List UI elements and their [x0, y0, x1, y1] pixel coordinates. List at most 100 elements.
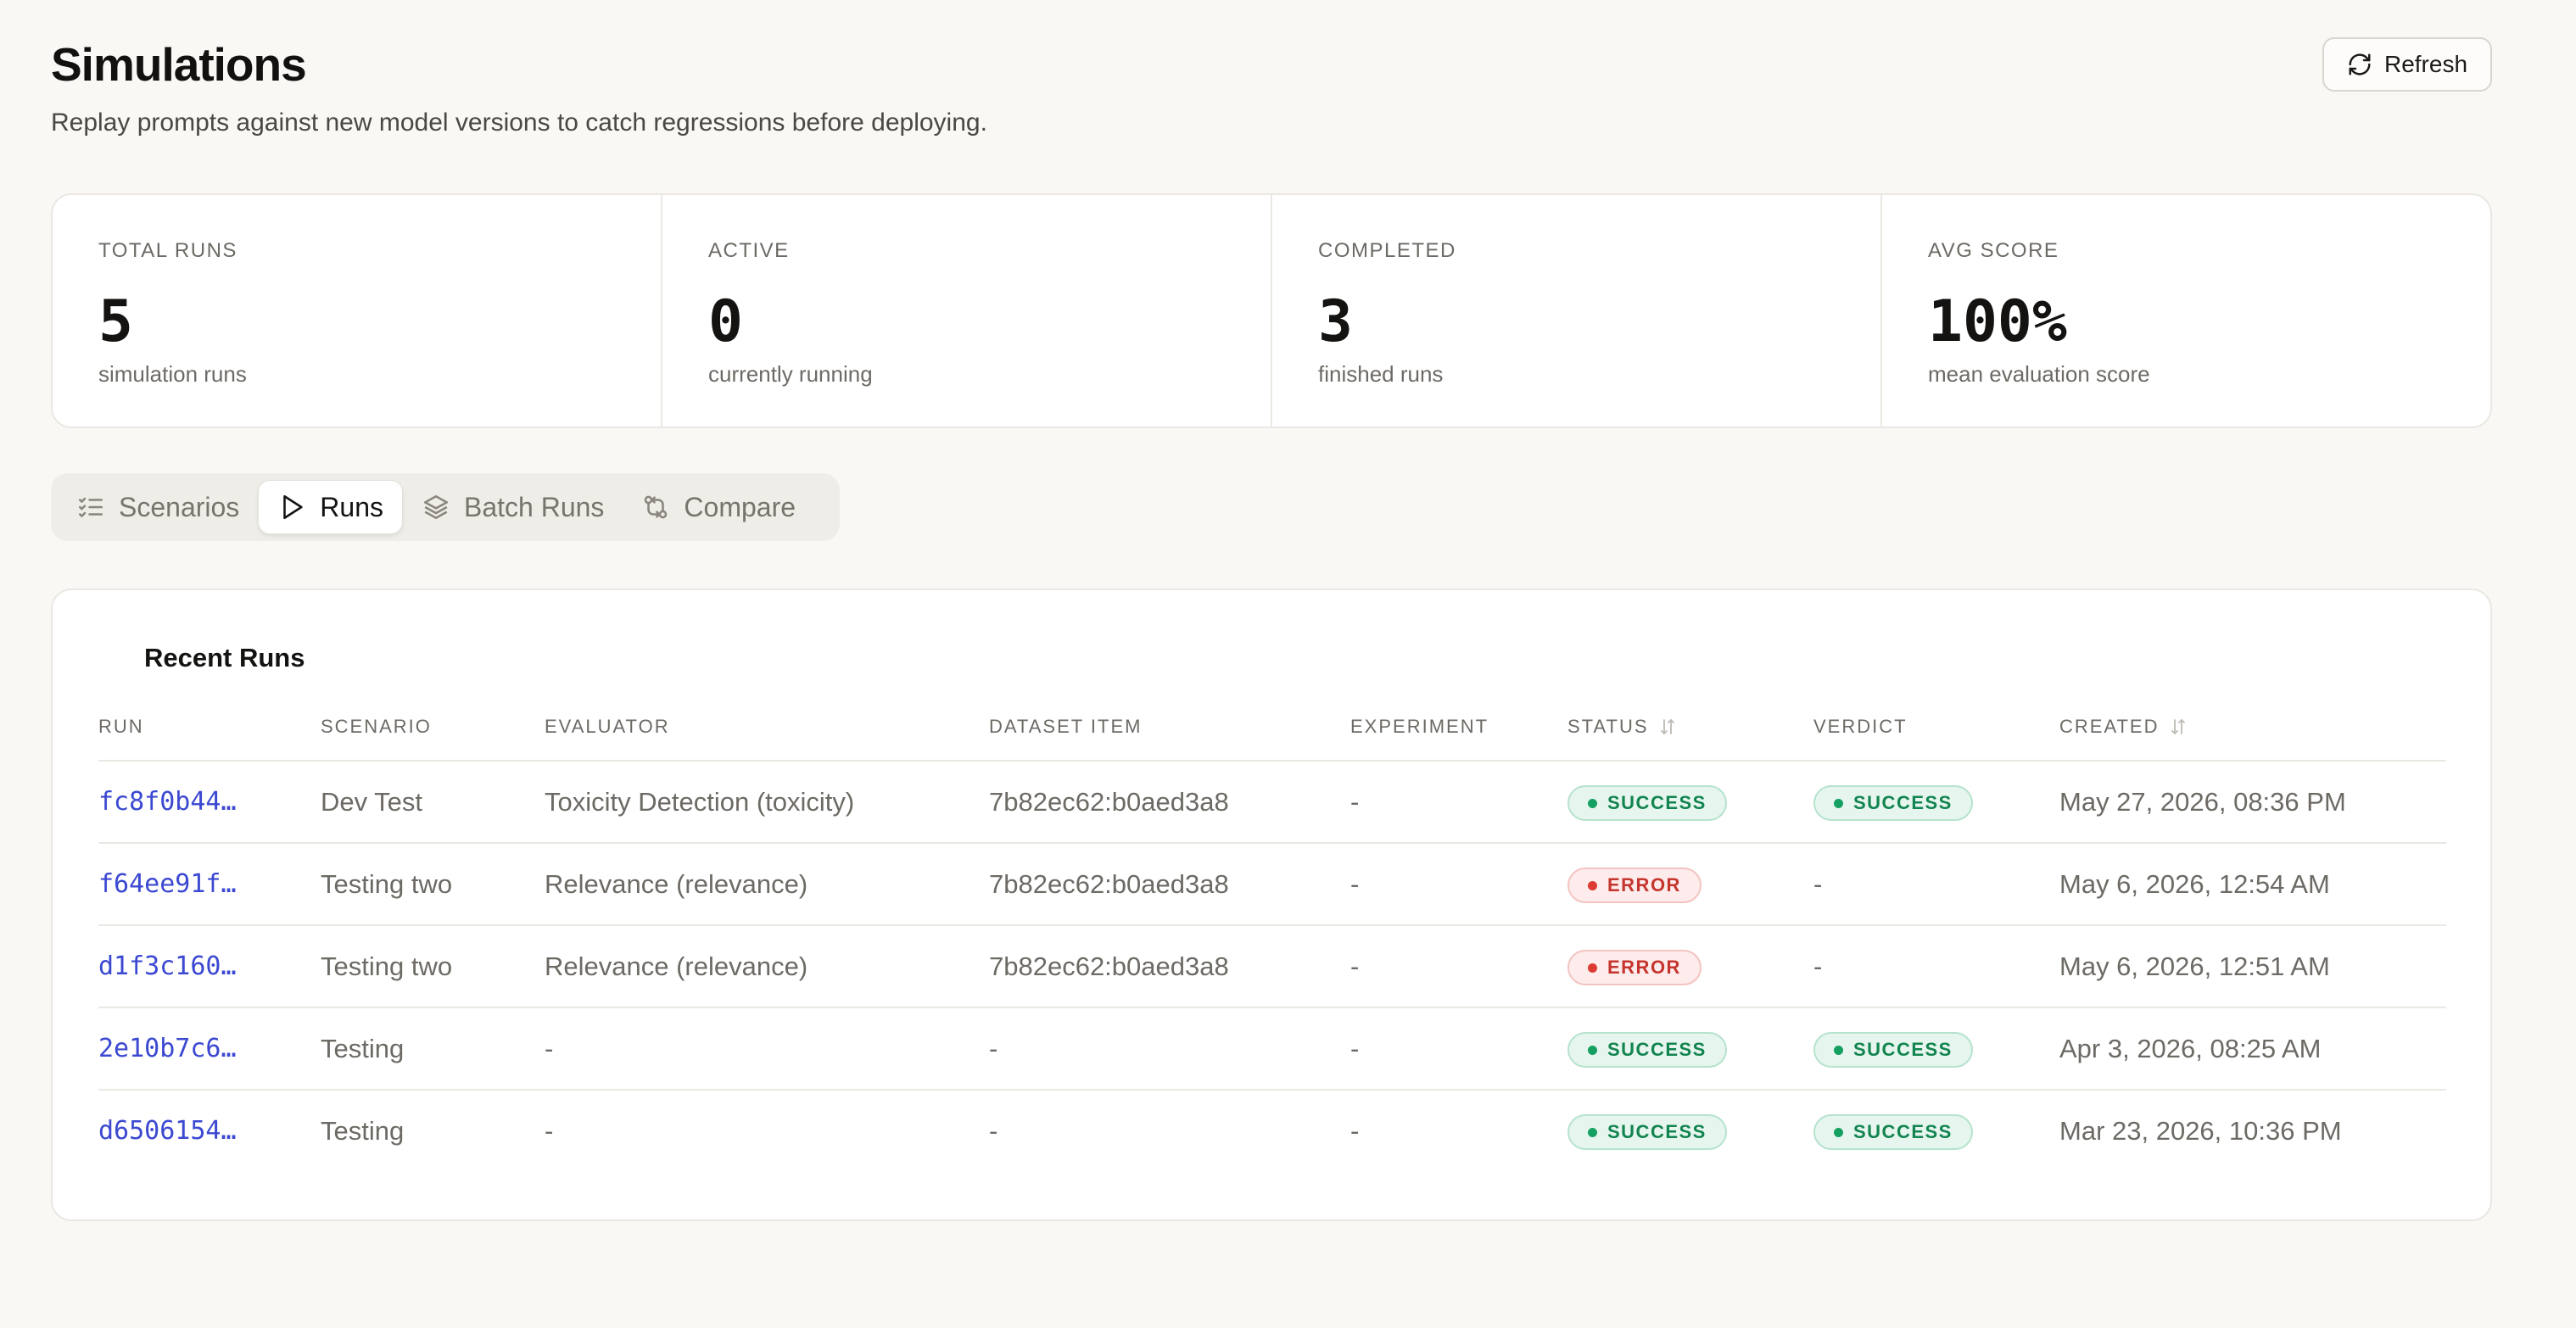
status-dot-icon: [1834, 798, 1843, 808]
status-dot-icon: [1588, 880, 1597, 890]
sort-icon: [2171, 719, 2185, 734]
scenario-cell: Testing: [321, 1034, 405, 1063]
git-compare-icon: [645, 495, 668, 519]
stat-description: finished runs: [1318, 361, 1444, 387]
run-id-link[interactable]: d6506154…: [98, 1116, 237, 1146]
tab-bar: Scenarios Runs Batch Runs Compare: [51, 473, 840, 541]
page-header: Simulations Replay prompts against new m…: [51, 0, 2492, 193]
stat-description: simulation runs: [98, 361, 247, 387]
created-cell: May 6, 2026, 12:54 AM: [2059, 869, 2330, 899]
verdict-cell: -: [1813, 869, 1823, 899]
scenario-cell: Dev Test: [321, 787, 423, 817]
status-badge: ERROR: [1567, 950, 1702, 985]
stat-label: COMPLETED: [1318, 239, 1456, 262]
verdict-badge: SUCCESS: [1813, 785, 1973, 821]
stat-value: 3: [1318, 288, 1353, 355]
status-dot-icon: [1834, 1045, 1843, 1055]
column-header-scenario: SCENARIO: [321, 716, 432, 737]
evaluator-cell: -: [545, 1116, 554, 1146]
stat-value: 5: [98, 288, 133, 355]
run-id-link[interactable]: fc8f0b44…: [98, 787, 237, 817]
dataset-item-cell: 7b82ec62:b0aed3a8: [989, 951, 1229, 981]
tab-runs[interactable]: Runs: [258, 480, 403, 534]
tab-scenarios[interactable]: Scenarios: [58, 480, 258, 534]
column-header-dataset-item: DATASET ITEM: [989, 716, 1143, 737]
scenario-cell: Testing two: [321, 869, 453, 899]
column-header-run: RUN: [98, 716, 144, 737]
experiment-cell: -: [1350, 1034, 1360, 1063]
experiment-cell: -: [1350, 951, 1360, 981]
status-dot-icon: [1588, 798, 1597, 808]
created-cell: Mar 23, 2026, 10:36 PM: [2059, 1116, 2342, 1146]
tab-label: Runs: [320, 491, 383, 522]
dataset-item-cell: -: [989, 1034, 998, 1063]
refresh-icon: [2349, 53, 2371, 75]
layers-icon: [423, 494, 449, 520]
table-row[interactable]: f64ee91f… Testing two Relevance (relevan…: [98, 844, 2446, 926]
stat-description: currently running: [708, 361, 873, 387]
run-id-link[interactable]: f64ee91f…: [98, 869, 237, 899]
status-dot-icon: [1834, 1127, 1843, 1137]
verdict-badge: SUCCESS: [1813, 1032, 1973, 1068]
stat-total-runs: TOTAL RUNS 5 simulation runs: [53, 195, 662, 427]
column-header-created[interactable]: CREATED: [2059, 716, 2188, 738]
play-icon: [283, 494, 303, 520]
experiment-cell: -: [1350, 1116, 1360, 1146]
evaluator-cell: Relevance (relevance): [545, 869, 808, 899]
status-dot-icon: [1588, 963, 1597, 973]
status-dot-icon: [1588, 1127, 1597, 1137]
stat-completed: COMPLETED 3 finished runs: [1272, 195, 1882, 427]
dataset-item-cell: -: [989, 1116, 998, 1146]
evaluator-cell: Relevance (relevance): [545, 951, 808, 981]
experiment-cell: -: [1350, 869, 1360, 899]
status-badge: SUCCESS: [1567, 1032, 1727, 1068]
tab-compare[interactable]: Compare: [623, 480, 814, 534]
column-header-experiment: EXPERIMENT: [1350, 716, 1489, 737]
experiment-cell: -: [1350, 787, 1360, 817]
stat-value: 100%: [1928, 288, 2067, 355]
stat-active: ACTIVE 0 currently running: [662, 195, 1272, 427]
verdict-cell: -: [1813, 951, 1823, 981]
table-row[interactable]: d6506154… Testing - - - SUCCESS SUCCESS …: [98, 1091, 2446, 1173]
stat-description: mean evaluation score: [1928, 361, 2150, 387]
dataset-item-cell: 7b82ec62:b0aed3a8: [989, 787, 1229, 817]
scenario-cell: Testing two: [321, 951, 453, 981]
scenario-cell: Testing: [321, 1116, 405, 1146]
stat-avg-score: AVG SCORE 100% mean evaluation score: [1882, 195, 2490, 427]
evaluator-cell: Toxicity Detection (toxicity): [545, 787, 855, 817]
card-title: Recent Runs: [144, 643, 305, 672]
created-cell: May 27, 2026, 08:36 PM: [2059, 787, 2346, 817]
status-badge: SUCCESS: [1567, 1114, 1727, 1150]
table-row[interactable]: 2e10b7c6… Testing - - - SUCCESS SUCCESS …: [98, 1008, 2446, 1091]
column-header-status[interactable]: STATUS: [1567, 716, 1678, 738]
column-header-verdict: VERDICT: [1813, 716, 1908, 737]
tab-label: Compare: [684, 491, 796, 522]
evaluator-cell: -: [545, 1034, 554, 1063]
run-id-link[interactable]: d1f3c160…: [98, 951, 237, 981]
column-header-evaluator: EVALUATOR: [545, 716, 670, 737]
run-id-link[interactable]: 2e10b7c6…: [98, 1034, 237, 1063]
table-row[interactable]: d1f3c160… Testing two Relevance (relevan…: [98, 926, 2446, 1008]
stats-panel: TOTAL RUNS 5 simulation runs ACTIVE 0 cu…: [51, 193, 2492, 428]
list-checks-icon: [78, 497, 103, 517]
page-title: Simulations: [51, 38, 307, 91]
stat-label: AVG SCORE: [1928, 239, 2059, 262]
status-badge: SUCCESS: [1567, 785, 1727, 821]
stat-label: TOTAL RUNS: [98, 239, 237, 262]
tab-label: Scenarios: [119, 491, 240, 522]
stat-label: ACTIVE: [708, 239, 790, 262]
recent-runs-card: Recent Runs RUN SCENARIO EVALUATOR DATAS…: [51, 589, 2492, 1221]
refresh-button[interactable]: Refresh: [2322, 37, 2492, 92]
tab-batch-runs[interactable]: Batch Runs: [403, 480, 623, 534]
sort-icon: [1660, 719, 1674, 734]
dataset-item-cell: 7b82ec62:b0aed3a8: [989, 869, 1229, 899]
table-row[interactable]: fc8f0b44… Dev Test Toxicity Detection (t…: [98, 762, 2446, 844]
simulations-page: Simulations Replay prompts against new m…: [51, 0, 2492, 1221]
status-dot-icon: [1588, 1045, 1597, 1055]
verdict-badge: SUCCESS: [1813, 1114, 1973, 1150]
created-cell: May 6, 2026, 12:51 AM: [2059, 951, 2330, 981]
created-cell: Apr 3, 2026, 08:25 AM: [2059, 1034, 2322, 1063]
page-subtitle: Replay prompts against new model version…: [51, 109, 987, 137]
table-header: RUN SCENARIO EVALUATOR DATASET ITEM EXPE…: [98, 700, 2446, 762]
status-badge: ERROR: [1567, 868, 1702, 903]
